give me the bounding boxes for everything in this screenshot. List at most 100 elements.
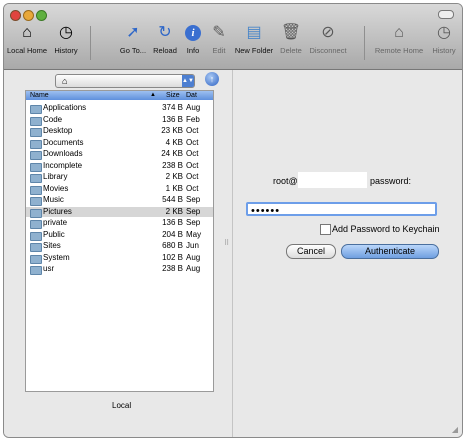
file-size: 24 KB [161,149,183,158]
file-row[interactable]: usr 238 B Aug [26,264,213,275]
toolbar-toggle-button[interactable] [438,10,454,19]
info-icon: i [185,25,201,41]
history-right-button[interactable]: ◷ History [428,22,460,64]
password-input[interactable]: •••••• [246,202,437,217]
parent-folder-button[interactable]: ↑ [205,72,219,86]
file-row[interactable]: Desktop 23 KB Oct [26,126,213,137]
browser-body: ⌂ ▲▼ ↑ Name ▲ Size Dat Applications 374 B… [4,70,462,437]
path-popup[interactable]: ⌂ ▲▼ [55,74,195,88]
file-date: Jun [186,241,199,250]
authenticate-button[interactable]: Authenticate [341,244,439,259]
add-keychain-checkbox[interactable] [320,224,331,235]
ftp-window: ⌂ Local Home ◷ History ➚ Go To... ↻ Relo… [3,3,463,438]
file-row[interactable]: Code 136 B Feb [26,114,213,126]
add-keychain-label[interactable]: Add Password to Keychain [332,224,440,234]
house-icon: ⌂ [22,24,32,41]
file-size: 238 B [162,160,183,170]
file-date: Oct [186,149,199,158]
folder-icon [30,105,42,114]
file-name: System [43,252,70,262]
close-window-button[interactable] [10,10,21,21]
local-pane: ⌂ ▲▼ ↑ Name ▲ Size Dat Applications 374 B… [4,70,233,437]
file-name: private [43,218,68,227]
history-left-button[interactable]: ◷ History [50,22,82,64]
file-name: Sites [43,241,61,250]
file-row[interactable]: Sites 680 B Jun [26,241,213,252]
clock-icon: ◷ [59,24,73,41]
file-size: 1 KB [165,183,183,193]
resize-grip-icon[interactable]: ◢ [452,425,458,434]
file-date: Oct [186,160,199,170]
column-date[interactable]: Dat [186,91,197,100]
minimize-window-button[interactable] [23,10,34,21]
file-name: Library [43,172,68,181]
folder-icon [30,208,42,218]
folder-icon [30,116,42,126]
file-date: Sep [186,195,201,204]
disconnect-icon: ⊘ [321,24,335,41]
file-size: 23 KB [161,126,183,135]
pencil-icon: ✎ [212,24,226,41]
file-row[interactable]: System 102 B Aug [26,252,213,264]
file-date: Oct [186,137,199,147]
file-size: 136 B [162,114,183,124]
file-name: Incomplete [43,160,83,170]
remote-home-button[interactable]: ⌂ Remote Home [374,22,424,64]
file-row[interactable]: Incomplete 238 B Oct [26,160,213,172]
file-date: Oct [186,172,199,181]
file-name: Movies [43,183,69,193]
file-row[interactable]: Pictures 2 KB Sep [26,206,213,218]
file-name: Music [43,195,64,204]
zoom-window-button[interactable] [36,10,47,21]
file-name: Code [43,114,63,124]
file-name: Documents [43,137,84,147]
folder-icon [30,174,42,183]
split-grip-icon[interactable]: ⠿ [224,239,229,247]
host-field [298,172,367,188]
file-name: Public [43,229,65,239]
reload-icon: ↻ [158,24,172,41]
file-name: Desktop [43,126,73,135]
file-size: 374 B [162,103,183,112]
file-row[interactable]: Movies 1 KB Oct [26,183,213,195]
up-arrow-icon: ↑ [209,74,215,84]
file-size: 4 KB [165,137,183,147]
file-row[interactable]: Applications 374 B Aug [26,103,213,114]
new-folder-icon: ▤ [246,24,262,41]
folder-icon [30,254,42,264]
popup-arrows-icon: ▲▼ [182,75,194,87]
delete-button[interactable]: 🗑 Delete [278,22,304,64]
trash-icon: 🗑 [280,24,302,41]
folder-icon [30,185,42,195]
file-size: 680 B [162,241,183,250]
file-name: Pictures [43,206,72,216]
file-row[interactable]: Downloads 24 KB Oct [26,149,213,160]
folder-icon [30,220,42,229]
file-row[interactable]: private 136 B Sep [26,218,213,229]
file-size: 544 B [162,195,183,204]
column-size[interactable]: Size [166,91,180,100]
toolbar-separator [364,26,365,60]
new-folder-button[interactable]: ▤ New Folder [233,22,275,64]
local-file-list[interactable]: Name ▲ Size Dat Applications 374 B Aug Code… [25,90,214,392]
toolbar: ⌂ Local Home ◷ History ➚ Go To... ↻ Relo… [4,4,462,70]
toolbar-separator [90,26,91,60]
go-to-button[interactable]: ➚ Go To... [116,22,150,64]
disconnect-button[interactable]: ⊘ Disconnect [307,22,349,64]
file-row[interactable]: Documents 4 KB Oct [26,137,213,149]
file-date: Sep [186,218,201,227]
info-button[interactable]: i Info [181,22,205,64]
file-row[interactable]: Music 544 B Sep [26,195,213,206]
file-date: Aug [186,252,201,262]
file-size: 2 KB [165,172,183,181]
file-name: Downloads [43,149,83,158]
local-home-button[interactable]: ⌂ Local Home [6,22,48,64]
cancel-button[interactable]: Cancel [286,244,336,259]
local-pane-label: Local [112,401,132,410]
edit-button[interactable]: ✎ Edit [208,22,230,64]
column-name[interactable]: Name [30,91,49,100]
file-row[interactable]: Library 2 KB Oct [26,172,213,183]
reload-button[interactable]: ↻ Reload [150,22,180,64]
file-date: Aug [186,264,201,273]
file-row[interactable]: Public 204 B May [26,229,213,241]
